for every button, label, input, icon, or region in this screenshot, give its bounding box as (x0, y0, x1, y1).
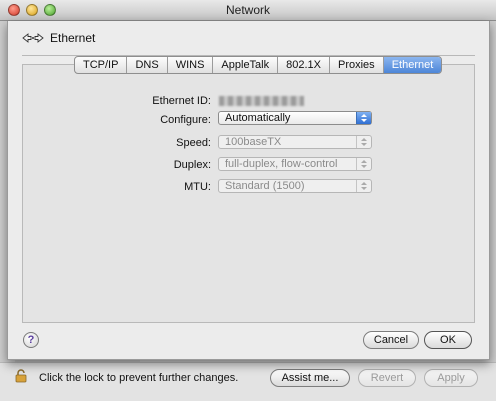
window-title: Network (225, 3, 270, 17)
bottom-bar: Click the lock to prevent further change… (0, 362, 496, 401)
configure-popup[interactable]: Automatically (218, 111, 372, 125)
popup-arrows-icon (356, 158, 371, 170)
ethernet-id-label: Ethernet ID: (152, 95, 211, 107)
ok-button[interactable]: OK (424, 331, 472, 349)
ethernet-sheet: Ethernet TCP/IP DNS WINS AppleTalk 802.1… (7, 21, 490, 360)
tab-wins[interactable]: WINS (168, 57, 214, 73)
mtu-popup[interactable]: Standard (1500) (218, 179, 372, 193)
cancel-button[interactable]: Cancel (363, 331, 419, 349)
interface-name: Ethernet (50, 31, 96, 45)
tab-tcpip[interactable]: TCP/IP (75, 57, 128, 73)
duplex-popup[interactable]: full-duplex, flow-control (218, 157, 372, 171)
tab-appletalk[interactable]: AppleTalk (213, 57, 279, 73)
ethernet-id-value (219, 96, 304, 106)
duplex-label: Duplex: (173, 159, 211, 171)
padlock-icon[interactable] (15, 369, 27, 383)
popup-arrows-icon (356, 112, 371, 124)
configure-label: Configure: (160, 114, 211, 126)
network-window: Network Click the lock to prevent furthe… (0, 0, 496, 401)
tab-8021x[interactable]: 802.1X (278, 57, 330, 73)
speed-popup[interactable]: 100baseTX (218, 135, 372, 149)
popup-arrows-icon (356, 136, 371, 148)
revert-button[interactable]: Revert (358, 369, 416, 387)
speed-label: Speed: (176, 137, 211, 149)
configure-value: Automatically (225, 112, 291, 124)
mtu-value: Standard (1500) (225, 180, 305, 192)
apply-button[interactable]: Apply (424, 369, 478, 387)
sheet-header: Ethernet (22, 31, 95, 45)
tab-proxies[interactable]: Proxies (330, 57, 384, 73)
popup-arrows-icon (356, 180, 371, 192)
duplex-value: full-duplex, flow-control (225, 158, 338, 170)
title-bar: Network (0, 0, 496, 21)
help-button[interactable]: ? (23, 332, 39, 348)
speed-value: 100baseTX (225, 136, 282, 148)
tab-ethernet[interactable]: Ethernet (383, 57, 442, 73)
ethernet-arrows-icon (22, 33, 44, 43)
tab-dns[interactable]: DNS (127, 57, 168, 73)
lock-message: Click the lock to prevent further change… (39, 372, 239, 384)
settings-tabs: TCP/IP DNS WINS AppleTalk 802.1X Proxies… (74, 56, 443, 74)
mtu-label: MTU: (184, 181, 211, 193)
assist-me-button[interactable]: Assist me... (270, 369, 350, 387)
